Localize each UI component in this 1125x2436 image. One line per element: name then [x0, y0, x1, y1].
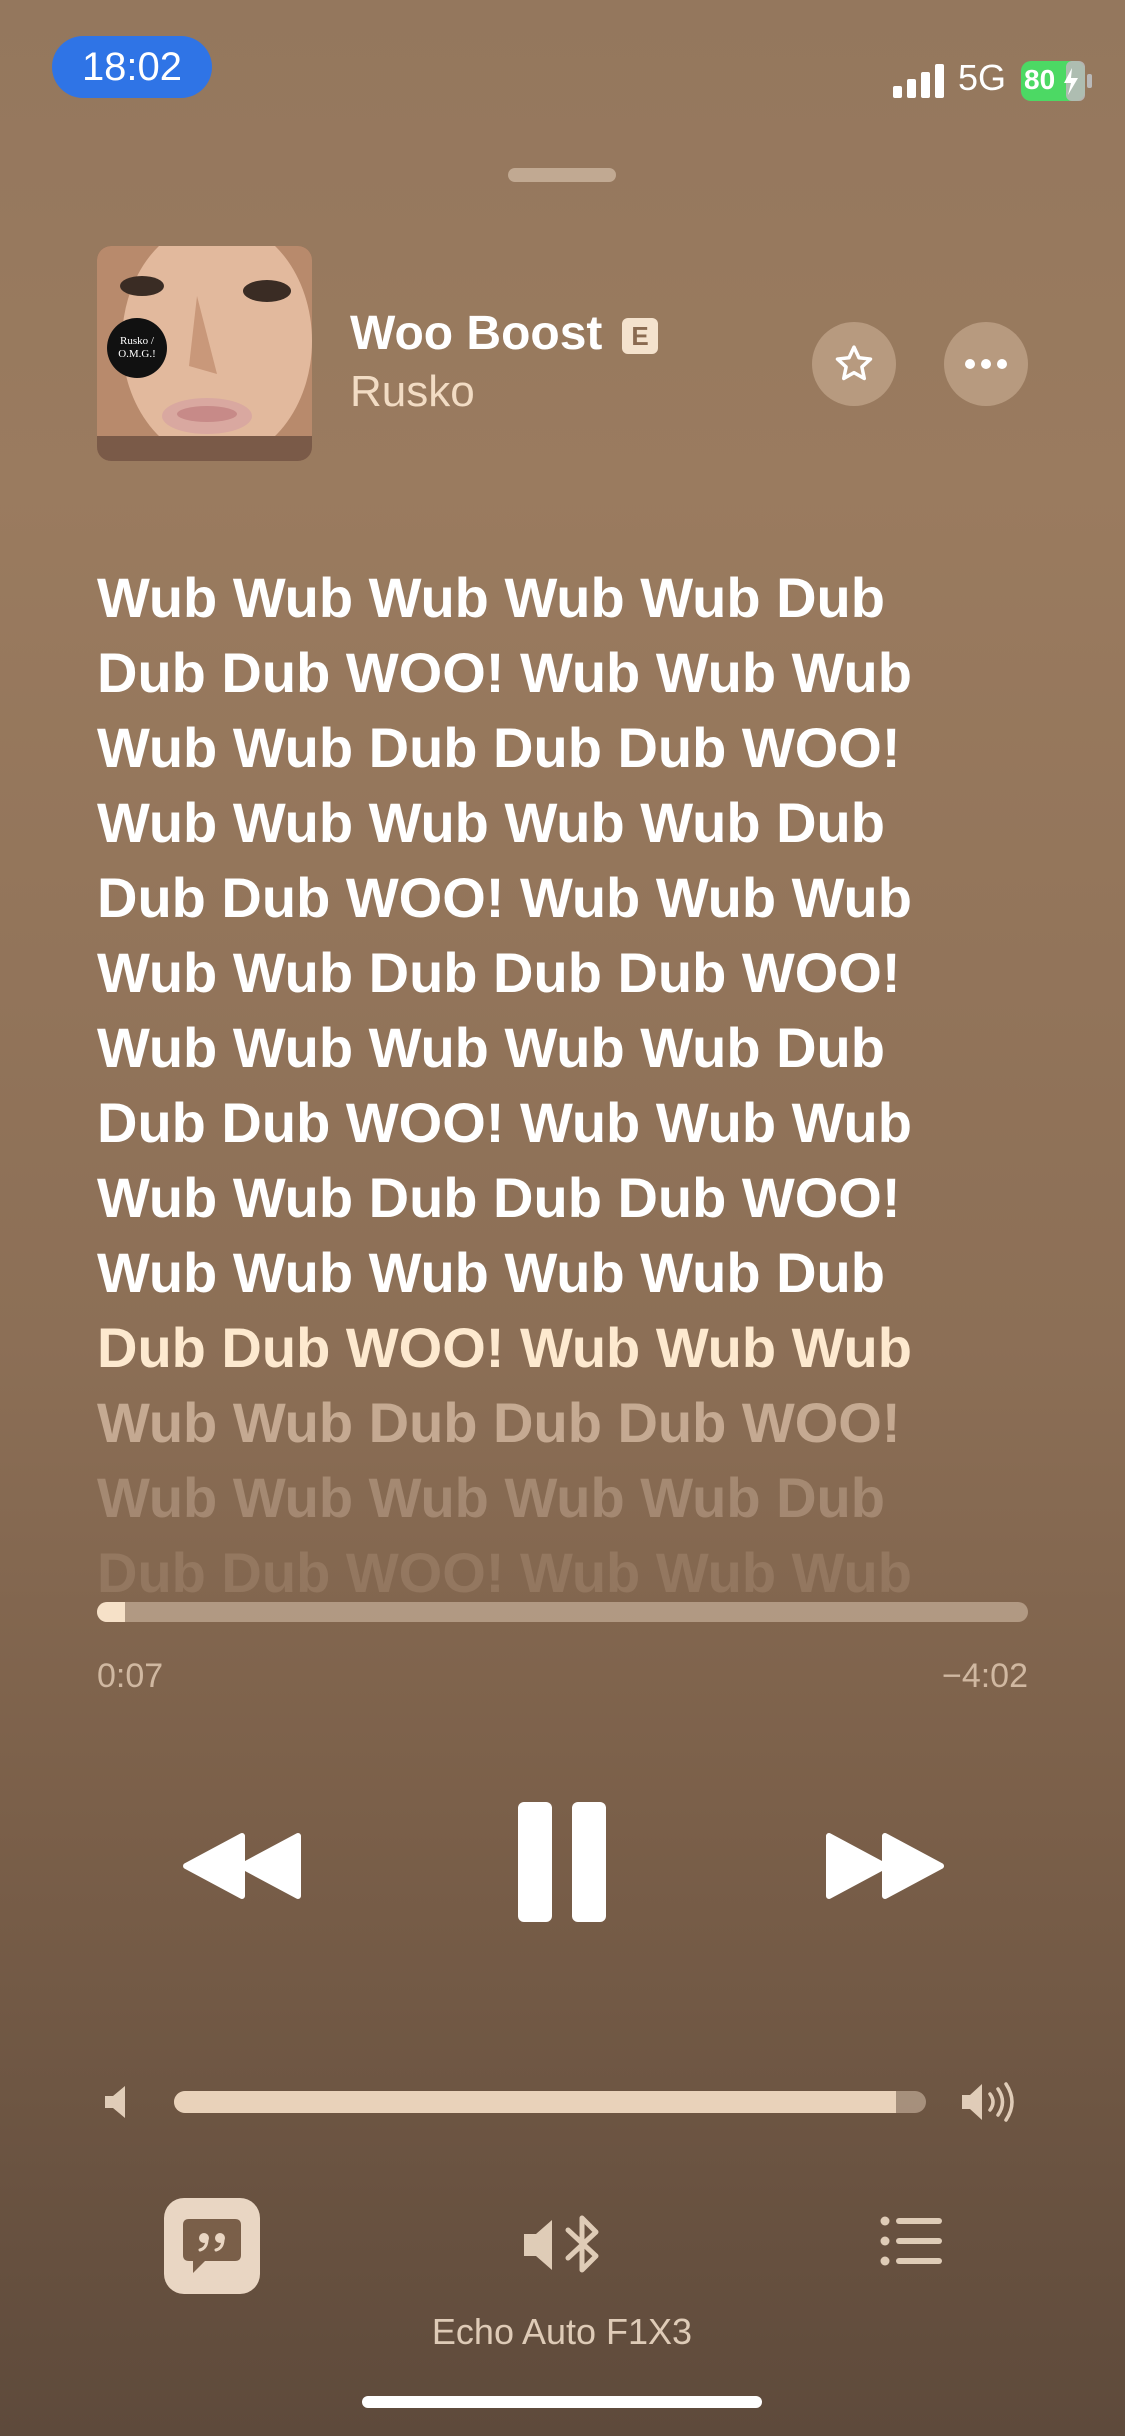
lyric-line[interactable]: Dub Dub WOO! Wub Wub Wub [97, 635, 1057, 710]
lyric-line[interactable]: Wub Wub Wub Wub Wub Dub [97, 785, 1057, 860]
artist-name[interactable]: Rusko [350, 366, 475, 418]
lyric-line[interactable]: Dub Dub WOO! Wub Wub Wub [97, 1310, 1057, 1385]
remaining-time: −4:02 [941, 1657, 1028, 1695]
pause-icon [518, 1802, 606, 1922]
audio-output-button[interactable] [520, 2212, 606, 2283]
bluetooth-speaker-icon [524, 2215, 599, 2273]
elapsed-time: 0:07 [97, 1657, 164, 1695]
lyric-line[interactable]: Dub Dub WOO! Wub Wub Wub [97, 860, 1057, 935]
song-title[interactable]: Woo Boost [350, 306, 602, 362]
volume-fill [174, 2091, 896, 2113]
lyric-line[interactable]: Dub Dub WOO! Wub Wub Wub [97, 1085, 1057, 1160]
volume-low-icon [105, 2086, 125, 2118]
lyric-line[interactable]: Wub Wub Wub Wub Wub Dub [97, 1460, 1057, 1535]
cellular-signal-icon [893, 64, 944, 98]
lyric-line[interactable]: Wub Wub Wub Wub Wub Dub [97, 1235, 1057, 1310]
lyrics-panel[interactable]: Wub Wub Wub Wub Wub Dub Dub Dub WOO! Wub … [97, 560, 1057, 1600]
fast-forward-button[interactable] [823, 1830, 947, 1907]
lyric-line[interactable]: Wub Wub Wub Wub Wub Dub [97, 560, 1057, 635]
lyric-line[interactable]: Wub Wub Dub Dub Dub WOO! [97, 935, 1057, 1010]
list-icon [880, 2216, 942, 2266]
playback-progress-fill [97, 1602, 125, 1622]
battery-level: 80 [1024, 64, 1056, 95]
explicit-badge: E [622, 318, 658, 354]
pause-button[interactable] [516, 1800, 608, 1929]
rewind-button[interactable] [180, 1830, 304, 1907]
queue-button[interactable] [880, 2216, 944, 2271]
lyric-line[interactable]: Wub Wub Dub Dub Dub WOO! [97, 1385, 1057, 1460]
lyric-line[interactable]: Wub Wub Wub Wub Wub Dub [97, 1010, 1057, 1085]
now-playing-screen: { "status_bar": { "time": "18:02", "netw… [0, 0, 1125, 2436]
volume-high-icon [962, 2082, 1014, 2122]
lyric-line[interactable]: Wub Wub Dub Dub Dub WOO! [97, 1160, 1057, 1235]
album-label-seal: Rusko / O.M.G.! [107, 318, 167, 378]
favorite-button[interactable] [812, 322, 896, 406]
lyric-line[interactable]: Wub Wub Dub Dub Dub WOO! [97, 710, 1057, 785]
star-icon [835, 345, 873, 381]
lyric-line[interactable]: Dub Dub WOO! Wub Wub Wub [97, 1535, 1057, 1600]
ellipsis-icon [965, 359, 1007, 369]
more-options-button[interactable] [944, 322, 1028, 406]
volume-slider[interactable] [174, 2091, 926, 2113]
network-type: 5G [958, 57, 1007, 98]
rewind-icon [183, 1833, 301, 1899]
lyrics-toggle-button[interactable] [164, 2198, 260, 2294]
quote-bubble-icon [183, 2219, 241, 2273]
output-device-name: Echo Auto F1X3 [431, 2311, 693, 2352]
home-indicator[interactable] [362, 2396, 762, 2408]
album-artwork[interactable]: Rusko / O.M.G.! [97, 246, 312, 461]
fast-forward-icon [826, 1833, 944, 1899]
playback-progress-slider[interactable] [97, 1602, 1028, 1622]
sheet-grabber[interactable] [508, 168, 616, 182]
status-time[interactable]: 18:02 [52, 36, 212, 98]
